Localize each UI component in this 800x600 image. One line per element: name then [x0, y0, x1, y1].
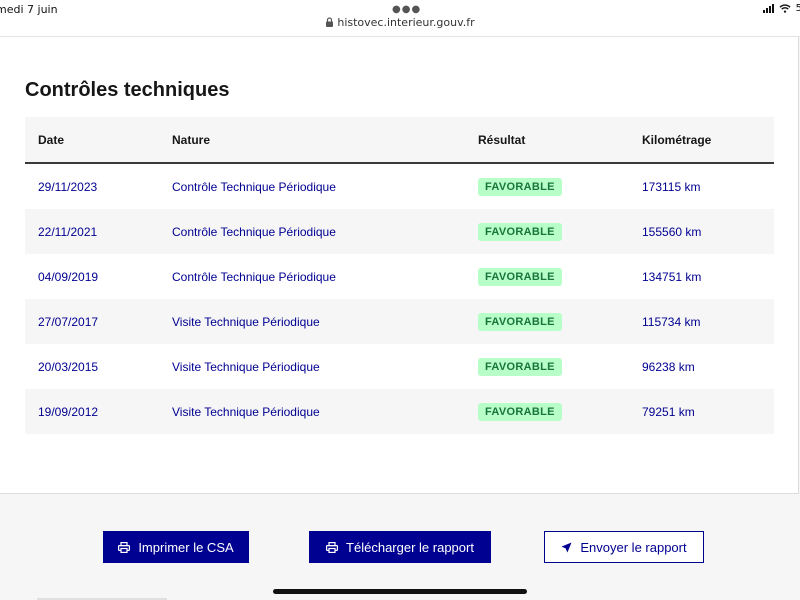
table-row: 22/11/2021 Contrôle Technique Périodique… — [25, 209, 774, 254]
result-badge: FAVORABLE — [478, 312, 562, 331]
status-indicators: 5 — [762, 3, 800, 14]
cell-date: 20/03/2015 — [25, 344, 172, 389]
battery-level: 5 — [795, 3, 800, 14]
technical-inspections-table: Date Nature Résultat Kilométrage 29/11/2… — [25, 117, 774, 434]
cell-result: FAVORABLE — [478, 389, 642, 434]
cell-result: FAVORABLE — [478, 254, 642, 299]
status-bar: medi 7 juin ●●● histovec.interieur.gouv.… — [0, 0, 800, 37]
address-bar[interactable]: histovec.interieur.gouv.fr — [0, 16, 800, 29]
printer-icon — [326, 541, 339, 553]
table-row: 27/07/2017 Visite Technique Périodique F… — [25, 299, 774, 344]
cell-nature: Contrôle Technique Périodique — [172, 209, 478, 254]
cell-result: FAVORABLE — [478, 344, 642, 389]
result-badge: FAVORABLE — [478, 222, 562, 241]
table-header-row: Date Nature Résultat Kilométrage — [25, 117, 774, 164]
result-badge: FAVORABLE — [478, 267, 562, 286]
cell-date: 27/07/2017 — [25, 299, 172, 344]
cell-mileage: 79251 km — [642, 389, 774, 434]
cell-date: 19/09/2012 — [25, 389, 172, 434]
table-row: 19/09/2012 Visite Technique Périodique F… — [25, 389, 774, 434]
column-header-mileage: Kilométrage — [642, 117, 774, 164]
send-arrow-icon — [561, 542, 572, 552]
result-badge: FAVORABLE — [478, 177, 562, 196]
column-header-nature: Nature — [172, 117, 478, 164]
download-report-label: Télécharger le rapport — [346, 539, 474, 555]
cell-date: 22/11/2021 — [25, 209, 172, 254]
tab-overview-dots-icon[interactable]: ●●● — [392, 4, 421, 15]
result-badge: FAVORABLE — [478, 402, 562, 421]
url-text: histovec.interieur.gouv.fr — [337, 16, 475, 29]
download-report-button[interactable]: Télécharger le rapport — [309, 531, 491, 563]
table-row: 20/03/2015 Visite Technique Périodique F… — [25, 344, 774, 389]
table-row: 29/11/2023 Contrôle Technique Périodique… — [25, 163, 774, 209]
cell-result: FAVORABLE — [478, 163, 642, 209]
cell-nature: Visite Technique Périodique — [172, 344, 478, 389]
result-badge: FAVORABLE — [478, 357, 562, 376]
send-report-label: Envoyer le rapport — [580, 539, 687, 555]
technical-inspections-card: Contrôles techniques Date Nature Résulta… — [0, 37, 799, 494]
print-csa-button[interactable]: Imprimer le CSA — [103, 531, 249, 563]
cell-result: FAVORABLE — [478, 209, 642, 254]
wifi-icon — [779, 4, 791, 13]
table-row: 04/09/2019 Contrôle Technique Périodique… — [25, 254, 774, 299]
cell-date: 29/11/2023 — [25, 163, 172, 209]
cellular-signal-icon — [762, 4, 774, 13]
printer-icon — [118, 541, 131, 553]
print-csa-label: Imprimer le CSA — [138, 539, 234, 555]
cell-date: 04/09/2019 — [25, 254, 172, 299]
cell-mileage: 155560 km — [642, 209, 774, 254]
cell-nature: Contrôle Technique Périodique — [172, 163, 478, 209]
cell-nature: Contrôle Technique Périodique — [172, 254, 478, 299]
cell-mileage: 173115 km — [642, 163, 774, 209]
lock-icon — [326, 17, 334, 27]
screen: medi 7 juin ●●● histovec.interieur.gouv.… — [0, 0, 800, 600]
column-header-result: Résultat — [478, 117, 642, 164]
cell-mileage: 134751 km — [642, 254, 774, 299]
status-time: medi 7 juin — [0, 3, 58, 16]
home-indicator[interactable] — [273, 589, 527, 594]
column-header-date: Date — [25, 117, 172, 164]
cell-mileage: 96238 km — [642, 344, 774, 389]
cell-nature: Visite Technique Périodique — [172, 389, 478, 434]
cell-result: FAVORABLE — [478, 299, 642, 344]
section-title: Contrôles techniques — [25, 79, 230, 101]
send-report-button[interactable]: Envoyer le rapport — [544, 531, 704, 563]
cell-nature: Visite Technique Périodique — [172, 299, 478, 344]
cell-mileage: 115734 km — [642, 299, 774, 344]
